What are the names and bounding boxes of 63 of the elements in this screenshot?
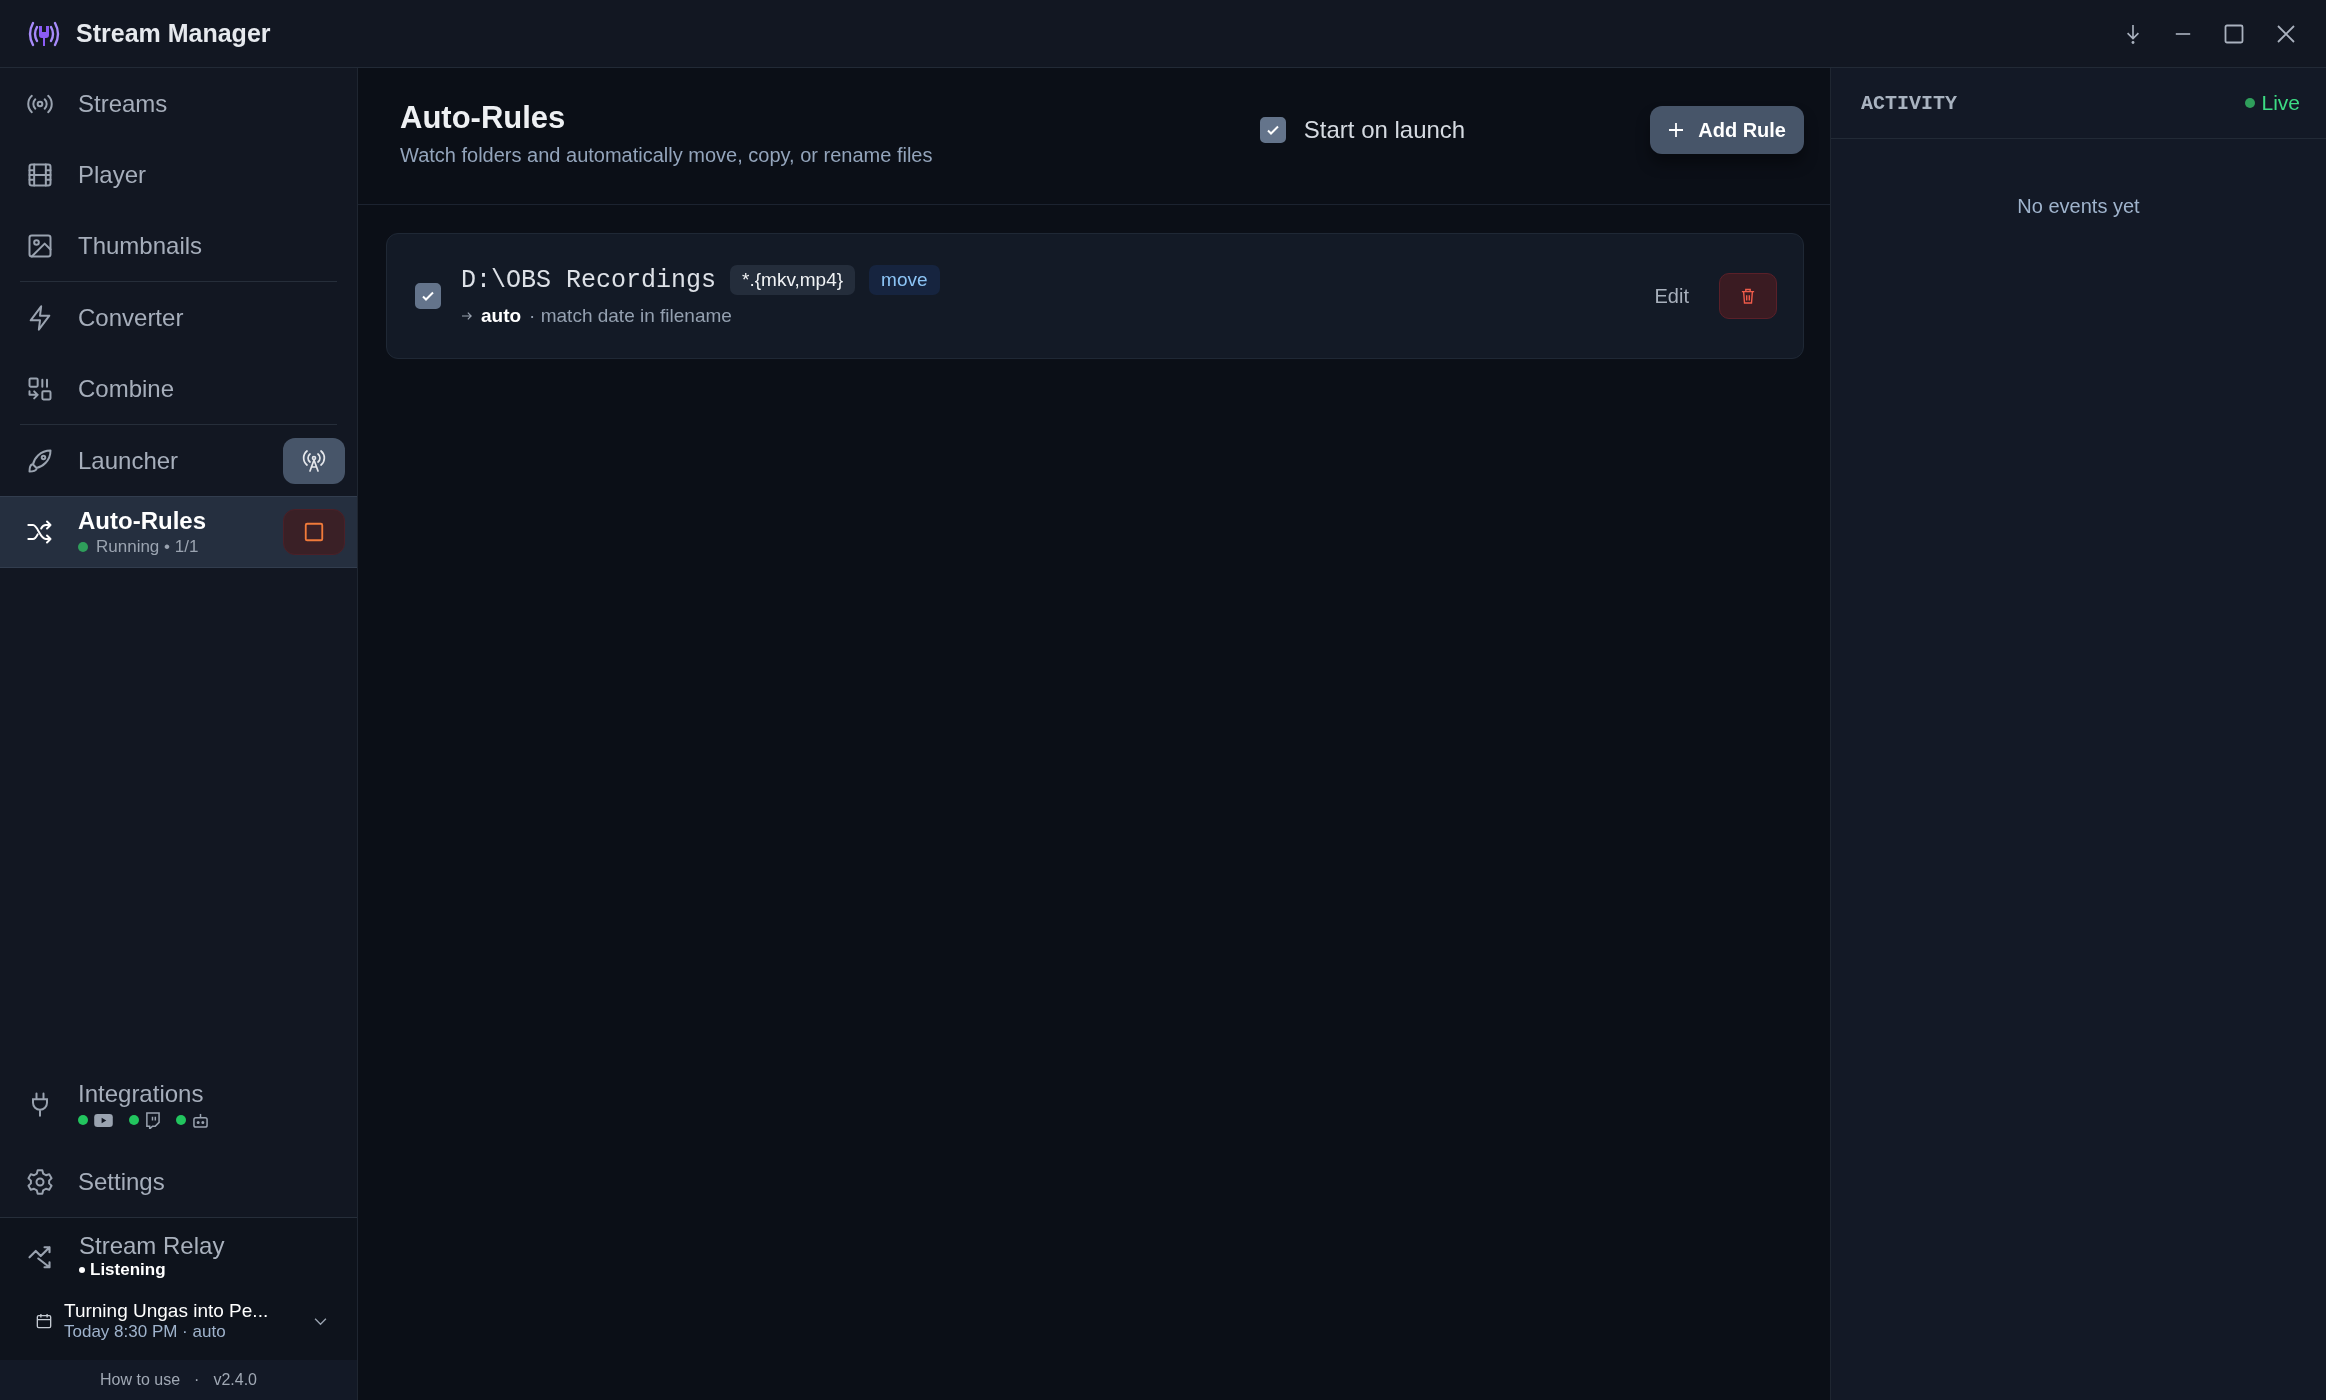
- nav-item[interactable]: Combine: [0, 353, 357, 424]
- page-subtitle: Watch folders and automatically move, copy, or rename files: [400, 143, 933, 167]
- schedule-time: Today 8:30 PM · auto: [64, 1322, 227, 1342]
- robot-icon: [192, 1112, 209, 1128]
- nav-label: Thumbnails: [78, 231, 203, 260]
- live-label: Live: [2261, 91, 2300, 115]
- nav-item[interactable]: Thumbnails: [0, 210, 357, 281]
- nav-item[interactable]: Auto-Rules Running • 1/1: [0, 496, 357, 568]
- window-title: Stream Manager: [76, 19, 271, 48]
- delete-button[interactable]: [1719, 273, 1777, 319]
- status-text: Running • 1/1: [96, 537, 199, 557]
- nav-label: Settings: [78, 1167, 165, 1196]
- nav-item[interactable]: Converter: [0, 282, 357, 353]
- nav-item[interactable]: Launcher: [0, 425, 357, 496]
- nav-label: Combine: [78, 374, 175, 403]
- checkbox-label: Start on launch: [1303, 116, 1466, 144]
- status-dot: [79, 1267, 85, 1273]
- download-icon[interactable]: [2124, 22, 2142, 45]
- nav-item[interactable]: Streams: [0, 68, 357, 139]
- nav-label: Player: [78, 160, 147, 189]
- action-tag: move: [869, 265, 940, 295]
- nav-label: Integrations: [78, 1079, 205, 1108]
- relay-title: Stream Relay: [79, 1232, 225, 1260]
- separator: ·: [194, 1371, 200, 1389]
- relay-status: Listening: [90, 1260, 166, 1280]
- folder-path: D:\OBS Recordings: [461, 265, 717, 295]
- schedule-title: Turning Ungas into Pe...: [64, 1300, 270, 1322]
- trash-icon: [1741, 288, 1755, 304]
- live-dot: [2245, 98, 2256, 108]
- close-icon[interactable]: [2276, 23, 2296, 44]
- nav-label: Launcher: [78, 446, 179, 475]
- panel-title: ACTIVITY: [1861, 91, 1957, 115]
- nav-label: Streams: [78, 89, 168, 118]
- antenna-icon: [302, 448, 326, 473]
- checkbox[interactable]: [1259, 117, 1286, 143]
- schedule-item[interactable]: Turning Ungas into Pe... Today 8:30 PM · auto: [0, 1280, 357, 1342]
- play-icon: [94, 1113, 113, 1127]
- file-pattern: *.{mkv,mp4}: [730, 265, 856, 295]
- shuffle-icon: [26, 518, 54, 546]
- nav-label: Converter: [78, 303, 184, 332]
- go-live-button[interactable]: [283, 437, 345, 484]
- destination: auto: [481, 305, 522, 327]
- nav-label: Auto-Rules: [78, 507, 206, 535]
- arrow-icon: [461, 311, 473, 321]
- nav-item[interactable]: Integrations: [0, 1062, 357, 1146]
- checkbox[interactable]: [415, 283, 441, 309]
- help-link[interactable]: How to use: [100, 1371, 181, 1389]
- version-label: v2.4.0: [213, 1371, 257, 1389]
- rule-note: · match date in filename: [529, 305, 732, 327]
- nav-item[interactable]: Settings: [0, 1146, 357, 1217]
- nav-item[interactable]: Player: [0, 139, 357, 210]
- empty-message: No events yet: [2017, 195, 2140, 218]
- plus-icon: [1668, 122, 1685, 138]
- add-rule-button[interactable]: Add Rule: [1650, 106, 1804, 154]
- chat-icon: [145, 1111, 160, 1129]
- edit-button[interactable]: Edit: [1648, 283, 1695, 309]
- chevron-down-icon[interactable]: [314, 1316, 327, 1326]
- calendar-icon: [36, 1313, 52, 1329]
- settings-icon: [26, 1167, 54, 1196]
- page-title: Auto-Rules: [400, 99, 567, 136]
- maximize-icon[interactable]: [2224, 23, 2244, 44]
- stop-icon: [303, 521, 325, 543]
- stop-button[interactable]: [283, 509, 345, 555]
